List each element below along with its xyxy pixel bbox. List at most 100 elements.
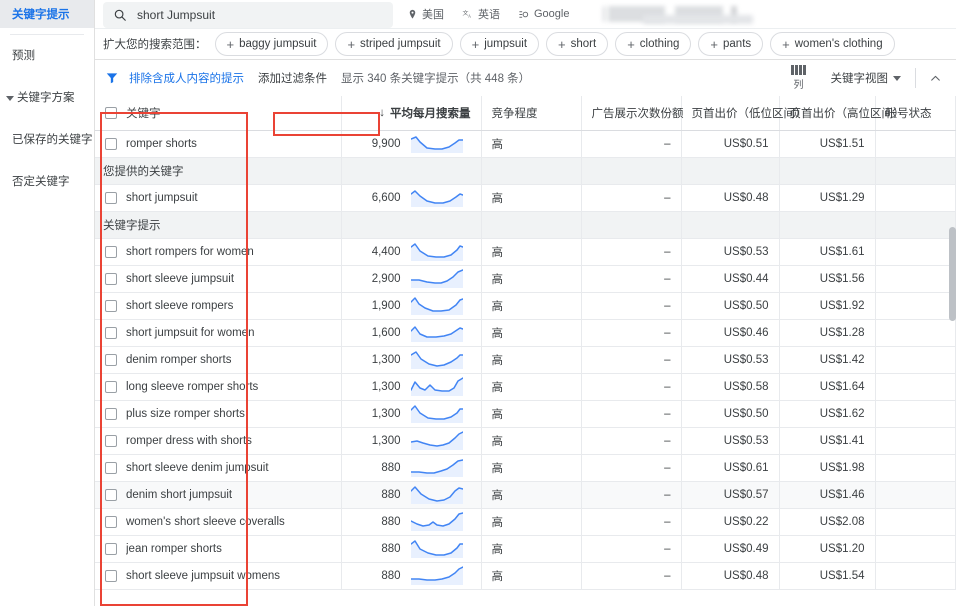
exclude-adult-filter-chip[interactable]: 排除含成人内容的提示: [129, 70, 244, 86]
add-filter-button[interactable]: 添加过滤条件: [258, 70, 327, 86]
cell-keyword: short sleeve jumpsuit womens: [95, 562, 341, 589]
columns-icon: [791, 65, 806, 75]
sidebar-item-saved-keywords[interactable]: 已保存的关键字: [0, 125, 94, 153]
row-checkbox[interactable]: [105, 462, 117, 474]
column-header-impression-share[interactable]: 广告展示次数份额: [581, 96, 681, 130]
row-checkbox[interactable]: [105, 246, 117, 258]
plus-icon: +: [347, 38, 355, 51]
column-header-account-status[interactable]: 帐号状态: [875, 96, 956, 130]
expand-chip-clothing[interactable]: + clothing: [615, 32, 691, 56]
search-volume-value: 880: [381, 570, 400, 582]
group-row-cell: [481, 157, 581, 184]
column-header-bid-low[interactable]: 页首出价（低位区间）: [681, 96, 779, 130]
table-row[interactable]: denim short jumpsuit880高–US$0.57US$1.46: [95, 481, 956, 508]
row-checkbox[interactable]: [105, 138, 117, 150]
cell-keyword: short sleeve denim jumpsuit: [95, 454, 341, 481]
expand-chip-womens-clothing[interactable]: + women's clothing: [770, 32, 894, 56]
table-row[interactable]: short sleeve rompers1,900高–US$0.50US$1.9…: [95, 292, 956, 319]
row-checkbox[interactable]: [105, 516, 117, 528]
column-header-bid-high[interactable]: 页首出价（高位区间）: [779, 96, 875, 130]
sidebar-group-keyword-plans[interactable]: 关键字方案: [0, 83, 94, 111]
cell-keyword: romper shorts: [95, 130, 341, 157]
cell-competition: 高: [481, 319, 581, 346]
column-header-keyword[interactable]: 关键字: [95, 96, 341, 130]
table-row[interactable]: short sleeve denim jumpsuit880高–US$0.61U…: [95, 454, 956, 481]
table-row[interactable]: women's short sleeve coveralls880高–US$0.…: [95, 508, 956, 535]
search-volume-sparkline: [411, 242, 463, 261]
cell-avg-monthly-searches: 1,300: [341, 346, 481, 373]
row-checkbox[interactable]: [105, 273, 117, 285]
vertical-scrollbar[interactable]: [948, 227, 956, 606]
main-content: short Jumpsuit 美国 文 A 英语: [95, 0, 956, 606]
row-checkbox[interactable]: [105, 489, 117, 501]
expand-chip-baggy-jumpsuit[interactable]: + baggy jumpsuit: [215, 32, 329, 56]
expand-chip-striped-jumpsuit[interactable]: + striped jumpsuit: [335, 32, 452, 56]
cell-keyword: romper dress with shorts: [95, 427, 341, 454]
row-checkbox[interactable]: [105, 543, 117, 555]
row-checkbox[interactable]: [105, 435, 117, 447]
table-group-row: 您提供的关键字: [95, 157, 956, 184]
view-selector[interactable]: 关键字视图: [821, 70, 912, 86]
table-row[interactable]: long sleeve romper shorts1,300高–US$0.58U…: [95, 373, 956, 400]
search-volume-value: 1,300: [372, 435, 401, 447]
row-checkbox[interactable]: [105, 192, 117, 204]
plus-icon: +: [227, 38, 235, 51]
table-row[interactable]: jean romper shorts880高–US$0.49US$1.20: [95, 535, 956, 562]
cell-bid-high: US$1.42: [779, 346, 875, 373]
columns-label: 列: [794, 76, 804, 91]
cell-impression-share: –: [581, 319, 681, 346]
network-selector[interactable]: Google: [518, 8, 569, 20]
language-selector[interactable]: 文 A 英语: [462, 6, 500, 22]
table-row[interactable]: short sleeve jumpsuit womens880高–US$0.48…: [95, 562, 956, 589]
filter-icon[interactable]: [105, 71, 119, 85]
row-checkbox[interactable]: [105, 354, 117, 366]
sidebar-spacer: [0, 153, 94, 167]
column-header-keyword-label: 关键字: [126, 105, 161, 121]
expand-chip-pants[interactable]: + pants: [698, 32, 763, 56]
scrollbar-thumb[interactable]: [949, 227, 956, 321]
cell-account-status: [875, 454, 956, 481]
cell-impression-share: –: [581, 346, 681, 373]
table-row[interactable]: plus size romper shorts1,300高–US$0.50US$…: [95, 400, 956, 427]
search-volume-value: 9,900: [372, 138, 401, 150]
toolbar-right-actions: 列 关键字视图: [777, 60, 951, 96]
row-checkbox[interactable]: [105, 570, 117, 582]
table-row[interactable]: short jumpsuit for women1,600高–US$0.46US…: [95, 319, 956, 346]
search-input[interactable]: short Jumpsuit: [103, 2, 393, 28]
column-header-competition[interactable]: 竞争程度: [481, 96, 581, 130]
table-row[interactable]: romper shorts9,900高–US$0.51US$1.51: [95, 130, 956, 157]
location-selector[interactable]: 美国: [407, 6, 444, 22]
sidebar-item-negative-keywords[interactable]: 否定关键字: [0, 167, 94, 195]
sidebar-item-forecast[interactable]: 预测: [0, 41, 94, 69]
results-count-text: 显示 340 条关键字提示（共 448 条）: [341, 70, 530, 86]
expand-chip-jumpsuit[interactable]: + jumpsuit: [460, 32, 539, 56]
sidebar-divider: [10, 34, 84, 35]
column-header-avg-monthly-searches[interactable]: ↓ 平均每月搜索量: [341, 96, 481, 130]
row-checkbox[interactable]: [105, 408, 117, 420]
table-row[interactable]: short sleeve jumpsuit2,900高–US$0.44US$1.…: [95, 265, 956, 292]
network-icon: [518, 9, 530, 20]
cell-bid-high: US$1.56: [779, 265, 875, 292]
table-row[interactable]: short jumpsuit6,600高–US$0.48US$1.29: [95, 184, 956, 211]
keyword-text: short sleeve jumpsuit womens: [126, 570, 280, 582]
cell-account-status: [875, 292, 956, 319]
table-row[interactable]: short rompers for women4,400高–US$0.53US$…: [95, 238, 956, 265]
search-volume-value: 4,400: [372, 246, 401, 258]
table-row[interactable]: romper dress with shorts1,300高–US$0.53US…: [95, 427, 956, 454]
table-row[interactable]: denim romper shorts1,300高–US$0.53US$1.42: [95, 346, 956, 373]
group-row-cell: [779, 157, 875, 184]
cell-bid-low: US$0.57: [681, 481, 779, 508]
group-row-cell: [681, 211, 779, 238]
row-checkbox[interactable]: [105, 381, 117, 393]
cell-keyword: short jumpsuit: [95, 184, 341, 211]
row-checkbox[interactable]: [105, 300, 117, 312]
sidebar-item-keyword-ideas[interactable]: 关键字提示: [0, 0, 94, 28]
expand-chip-short[interactable]: + short: [546, 32, 608, 56]
columns-button[interactable]: 列: [777, 65, 821, 91]
chip-label: jumpsuit: [484, 38, 527, 50]
cell-competition: 高: [481, 373, 581, 400]
collapse-button[interactable]: [920, 72, 950, 85]
row-checkbox[interactable]: [105, 327, 117, 339]
select-all-checkbox[interactable]: [105, 107, 117, 119]
cell-competition: 高: [481, 238, 581, 265]
